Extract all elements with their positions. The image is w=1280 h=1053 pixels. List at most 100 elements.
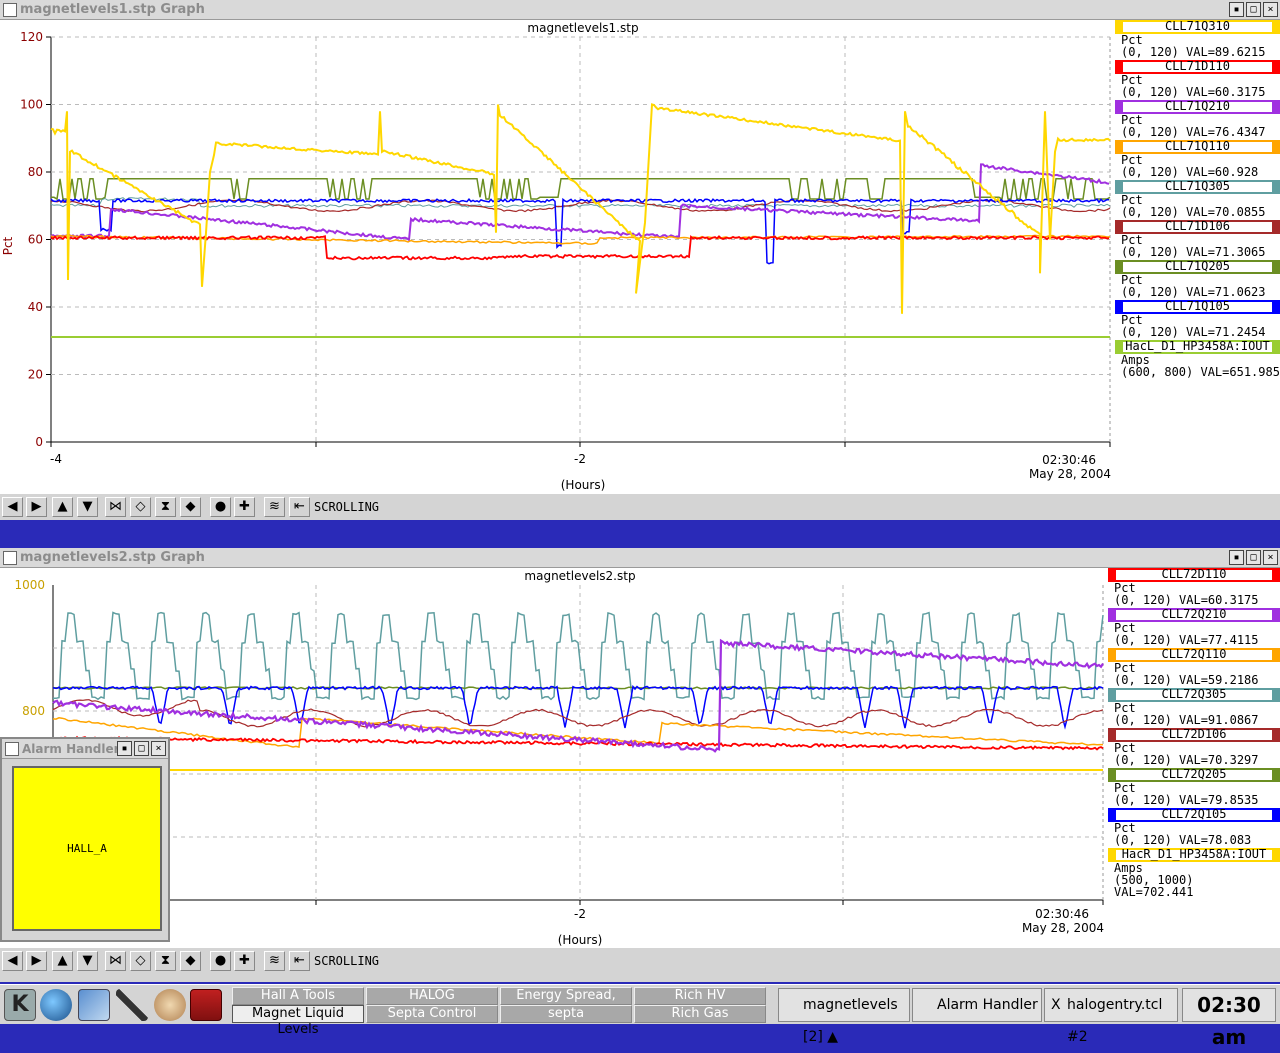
alarm-app-icon[interactable] (5, 742, 19, 756)
legend-range-value: (0, 120) VAL=77.4115 (1114, 633, 1259, 647)
app-icon[interactable] (3, 3, 17, 17)
add-icon[interactable]: ✚ (234, 497, 255, 517)
legend-range-value: (0, 120) VAL=70.3297 (1114, 753, 1259, 767)
legend-entry[interactable]: CLL71Q205 Pct (0, 120) VAL=71.0623 (1115, 260, 1280, 298)
close-button[interactable]: × (1263, 550, 1278, 565)
legend-entry[interactable]: CLL71D110 Pct (0, 120) VAL=60.3175 (1115, 60, 1280, 98)
legend-entry[interactable]: CLL72D110 Pct (0, 120) VAL=60.3175 (1108, 568, 1280, 606)
legend-entry[interactable]: CLL71Q110 Pct (0, 120) VAL=60.928 (1115, 140, 1280, 178)
legend-entry[interactable]: CLL71D106 Pct (0, 120) VAL=71.3065 (1115, 220, 1280, 258)
hand-icon[interactable] (154, 989, 186, 1021)
legend-name: CLL72Q305 (1108, 688, 1280, 702)
launcher-button[interactable]: Magnet Liquid Levels (232, 1005, 364, 1037)
maximize-button[interactable]: □ (1246, 550, 1261, 565)
legend-entry[interactable]: HacL_D1_HP3458A:IOUT Amps (600, 800) VAL=6… (1115, 340, 1280, 378)
launcher-button[interactable]: septa (500, 1005, 632, 1023)
alarm-titlebar[interactable]: Alarm Handler ▪ □ × (2, 739, 168, 759)
zoom-out-x-icon[interactable]: ◇ (130, 951, 151, 971)
task-magnetlevels[interactable]: magnetlevels [2] ▲ (778, 988, 910, 1045)
task-halogentry[interactable]: X halogentry.tcl #2 (1044, 988, 1178, 1045)
maximize-button[interactable]: □ (1246, 2, 1261, 17)
launcher-button[interactable]: Septa Control (366, 1005, 498, 1023)
close-button[interactable]: × (151, 741, 166, 756)
reset-icon[interactable]: ● (210, 951, 231, 971)
chart-background (0, 20, 1115, 494)
reset-icon[interactable]: ● (210, 497, 231, 517)
kde-menu-icon[interactable]: K (4, 989, 36, 1021)
desktop-icon[interactable] (78, 989, 110, 1021)
launcher-button[interactable]: Rich Gas (634, 1005, 766, 1023)
auto-scale-icon[interactable]: ≋ (264, 497, 285, 517)
legend-range-value: (0, 120) VAL=71.2454 (1121, 325, 1266, 339)
x-axis-label: (Hours) (561, 478, 606, 492)
legend-entry[interactable]: CLL71Q105 Pct (0, 120) VAL=71.2454 (1115, 300, 1280, 338)
task-label: Alarm Handler (937, 997, 1038, 1013)
legend-name: CLL71D106 (1115, 220, 1280, 234)
legend-range-value: (0, 120) VAL=59.2186 (1114, 673, 1259, 687)
legend-entry[interactable]: CLL71Q305 Pct (0, 120) VAL=70.0855 (1115, 180, 1280, 218)
alarm-group-hall-a[interactable]: HALL_A (12, 766, 162, 931)
legend-name: CLL71D110 (1115, 60, 1280, 74)
legend-entry[interactable]: CLL72D106 Pct (0, 120) VAL=70.3297 (1108, 728, 1280, 766)
close-button[interactable]: × (1263, 2, 1278, 17)
legend-entry[interactable]: HacR_D1_HP3458A:IOUT Amps (500, 1000) VAL=… (1108, 848, 1280, 898)
launcher-button[interactable]: Energy Spread, online (500, 987, 632, 1019)
pan-icon[interactable]: ⇤ (289, 951, 310, 971)
down-arrow-icon[interactable]: ▼ (77, 497, 98, 517)
task-alarm-handler[interactable]: Alarm Handler (912, 988, 1042, 1022)
zoom-out-y-icon[interactable]: ◆ (180, 951, 201, 971)
up-arrow-icon[interactable]: ▲ (52, 951, 73, 971)
toolbox-icon[interactable] (190, 989, 222, 1021)
current-time-label: 02:30:46 (1042, 453, 1096, 467)
y-tick-label: 80 (28, 165, 43, 179)
legend-entry[interactable]: CLL71Q210 Pct (0, 120) VAL=76.4347 (1115, 100, 1280, 138)
x-tick-label: -2 (574, 907, 586, 921)
app-icon[interactable] (3, 551, 17, 565)
legend-entry[interactable]: CLL72Q205 Pct (0, 120) VAL=79.8535 (1108, 768, 1280, 806)
zoom-in-x-icon[interactable]: ⋈ (105, 497, 126, 517)
down-arrow-icon[interactable]: ▼ (77, 951, 98, 971)
graph-window-1: magnetlevels1.stp Graph ▪ □ × 0 20 40 60 80 1… (0, 0, 1280, 520)
left-arrow-icon[interactable]: ◀ (2, 951, 23, 971)
legend-range-value: (0, 120) VAL=70.0855 (1121, 205, 1266, 219)
toolbar-1: ◀ ▶ ▲ ▼ ⋈ ◇ ⧗ ◆ ● ✚ ≋ ⇤ SCROLLING (0, 493, 1280, 519)
auto-scale-icon[interactable]: ≋ (264, 951, 285, 971)
legend-entry[interactable]: CLL72Q105 Pct (0, 120) VAL=78.083 (1108, 808, 1280, 846)
y-tick-label: 1000 (14, 578, 45, 592)
legend-entry[interactable]: CLL72Q210 Pct (0, 120) VAL=77.4115 (1108, 608, 1280, 646)
zoom-out-x-icon[interactable]: ◇ (130, 497, 151, 517)
add-icon[interactable]: ✚ (234, 951, 255, 971)
editor-icon[interactable] (116, 989, 148, 1021)
zoom-in-x-icon[interactable]: ⋈ (105, 951, 126, 971)
launcher-button[interactable]: Hall A Tools (232, 987, 364, 1005)
zoom-in-y-icon[interactable]: ⧗ (155, 951, 176, 971)
right-arrow-icon[interactable]: ▶ (26, 951, 47, 971)
zoom-in-y-icon[interactable]: ⧗ (155, 497, 176, 517)
legend-name: CLL72Q105 (1108, 808, 1280, 822)
legend-name: CLL72Q110 (1108, 648, 1280, 662)
graph-window-2: magnetlevels2.stp Graph ▪ □ × 1000 800 -2 (… (0, 548, 1280, 982)
minimize-button[interactable]: ▪ (1229, 2, 1244, 17)
maximize-button[interactable]: □ (134, 741, 149, 756)
legend-range-value: (0, 120) VAL=91.0867 (1114, 713, 1259, 727)
scrolling-mode-label: SCROLLING (314, 954, 380, 968)
up-arrow-icon[interactable]: ▲ (52, 497, 73, 517)
window1-titlebar[interactable]: magnetlevels1.stp Graph ▪ □ × (0, 0, 1280, 20)
minimize-button[interactable]: ▪ (1229, 550, 1244, 565)
legend-entry[interactable]: CLL72Q305 Pct (0, 120) VAL=91.0867 (1108, 688, 1280, 726)
globe-icon[interactable] (40, 989, 72, 1021)
left-arrow-icon[interactable]: ◀ (2, 497, 23, 517)
chart-area-1[interactable]: 0 20 40 60 80 100 120 Pct -4 -2 (Hours) 02:30:46 May… (0, 20, 1115, 494)
pan-icon[interactable]: ⇤ (289, 497, 310, 517)
zoom-out-y-icon[interactable]: ◆ (180, 497, 201, 517)
minimize-button[interactable]: ▪ (117, 741, 132, 756)
clock[interactable]: 02:30 am (1182, 988, 1276, 1049)
y-axis-label: Pct (1, 236, 15, 255)
legend-entry[interactable]: CLL72Q110 Pct (0, 120) VAL=59.2186 (1108, 648, 1280, 686)
window2-titlebar[interactable]: magnetlevels2.stp Graph ▪ □ × (0, 548, 1280, 568)
launcher-button[interactable]: Rich HV (634, 987, 766, 1005)
legend-entry[interactable]: CLL71Q310 Pct (0, 120) VAL=89.6215 (1115, 20, 1280, 58)
launcher-button[interactable]: HALOG (366, 987, 498, 1005)
right-arrow-icon[interactable]: ▶ (26, 497, 47, 517)
legend-name: CLL71Q110 (1115, 140, 1280, 154)
